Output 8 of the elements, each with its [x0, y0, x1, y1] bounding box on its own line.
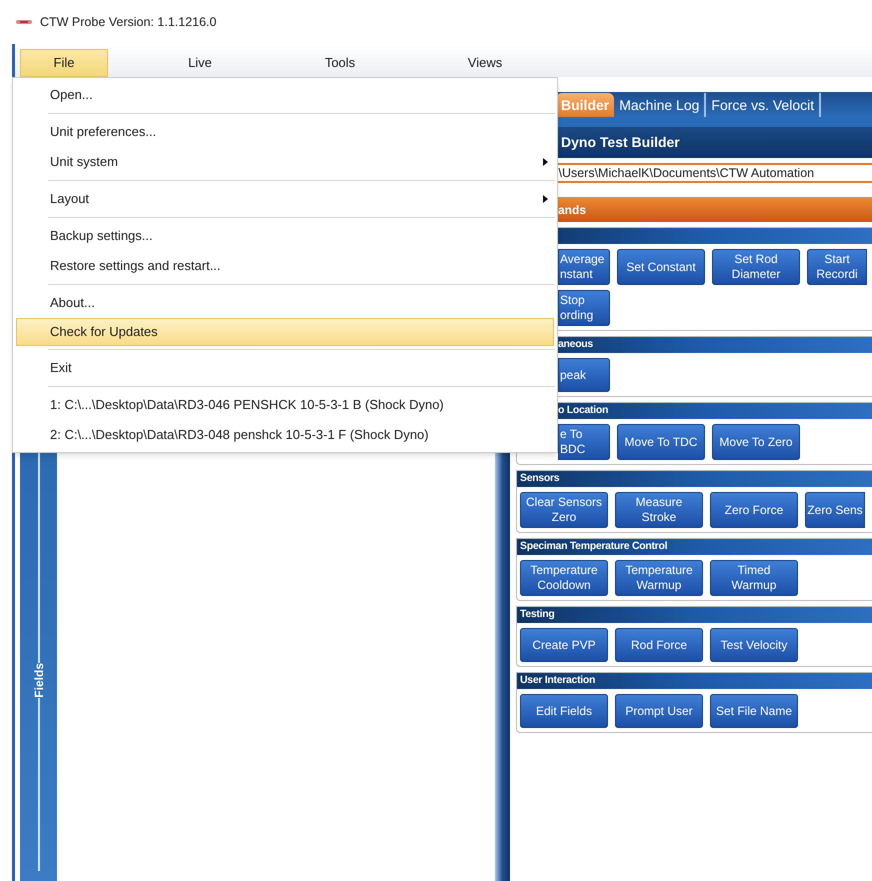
path-text: :\Users\MichaelK\Documents\CTW Automation [555, 165, 814, 181]
group-title: Sensors [520, 471, 560, 486]
group-title: aneous [558, 337, 593, 352]
group-title: o Location [558, 403, 608, 418]
group-title: User Interaction [520, 673, 596, 688]
group-title: Testing [520, 607, 554, 622]
group-title: Speciman Temperature Control [520, 539, 668, 554]
window-title: CTW Probe Version: 1.1.1216.0 [40, 14, 216, 31]
